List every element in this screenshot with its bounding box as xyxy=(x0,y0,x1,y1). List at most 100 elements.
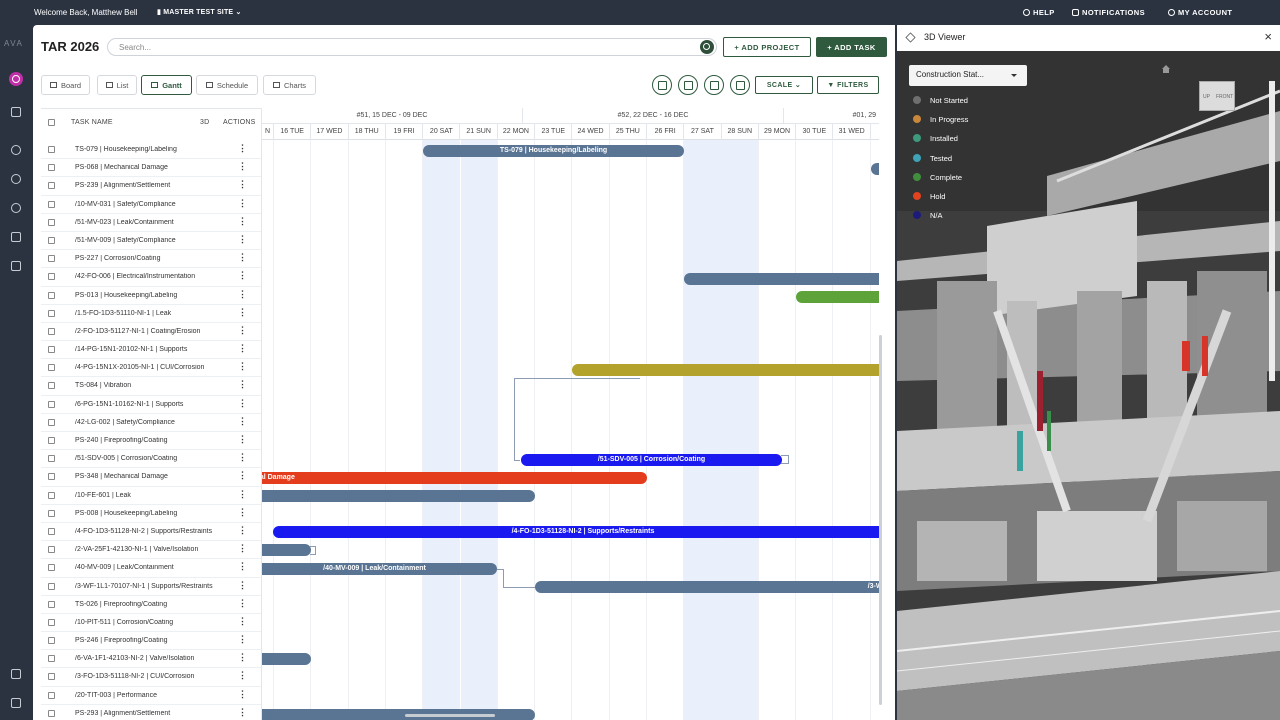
more-icon[interactable]: ⋮ xyxy=(238,689,247,699)
row-checkbox[interactable] xyxy=(48,564,55,572)
more-icon[interactable]: ⋮ xyxy=(238,144,247,153)
table-row[interactable]: PS-246 | Fireproofing/Coating ⋮ xyxy=(41,632,261,651)
more-icon[interactable]: ⋮ xyxy=(238,234,247,244)
scan-icon[interactable] xyxy=(9,105,23,119)
table-row[interactable]: /14-PG-15N1-20102-NI-1 | Supports ⋮ xyxy=(41,341,261,360)
more-icon[interactable]: ⋮ xyxy=(238,471,247,480)
plus-icon[interactable] xyxy=(9,72,23,86)
more-icon[interactable]: ⋮ xyxy=(238,380,247,389)
more-icon[interactable]: ⋮ xyxy=(238,653,247,662)
row-checkbox[interactable] xyxy=(48,236,55,244)
tab-board[interactable]: Board xyxy=(41,75,90,95)
tab-charts[interactable]: Charts xyxy=(263,75,316,95)
more-icon[interactable]: ⋮ xyxy=(238,362,247,371)
row-checkbox[interactable] xyxy=(48,218,55,226)
more-icon[interactable]: ⋮ xyxy=(238,198,247,208)
task-bar[interactable]: /3-WF-1 xyxy=(535,581,879,593)
table-row[interactable]: /51-MV-023 | Leak/Containment ⋮ xyxy=(41,214,261,232)
more-icon[interactable]: ⋮ xyxy=(238,562,247,571)
more-icon[interactable]: ⋮ xyxy=(238,271,247,280)
shield-icon[interactable] xyxy=(9,259,23,273)
row-checkbox[interactable] xyxy=(48,509,55,517)
table-row[interactable]: /10-PIT-511 | Corrosion/Coating ⋮ xyxy=(41,614,261,633)
row-checkbox[interactable] xyxy=(48,546,55,554)
row-checkbox[interactable] xyxy=(48,346,55,354)
table-row[interactable]: TS-084 | Vibration ⋮ xyxy=(41,377,261,396)
more-icon[interactable]: ⋮ xyxy=(238,416,247,426)
layers-icon[interactable] xyxy=(652,75,672,95)
more-icon[interactable]: ⋮ xyxy=(238,616,247,626)
task-bar[interactable] xyxy=(871,163,879,175)
table-row[interactable]: /6-PG-15N1-10162-NI-1 | Supports ⋮ xyxy=(41,396,261,414)
table-row[interactable]: /3-WF-1L1-70107-NI-1 | Supports/Restrain… xyxy=(41,578,261,596)
row-checkbox[interactable] xyxy=(48,418,55,426)
horizontal-scrollbar[interactable] xyxy=(405,714,495,717)
search-icon[interactable] xyxy=(9,143,23,157)
more-icon[interactable]: ⋮ xyxy=(238,435,247,444)
security-icon[interactable] xyxy=(9,696,23,710)
row-checkbox[interactable] xyxy=(48,255,55,263)
eye-icon[interactable] xyxy=(9,172,23,186)
scale-button[interactable]: SCALE ⌄ xyxy=(755,76,813,94)
row-checkbox[interactable] xyxy=(48,437,55,444)
row-checkbox[interactable] xyxy=(48,455,55,463)
row-checkbox[interactable] xyxy=(48,273,55,281)
row-checkbox[interactable] xyxy=(48,673,55,681)
table-row[interactable]: TS-026 | Fireproofing/Coating ⋮ xyxy=(41,596,261,614)
table-row[interactable]: /40-MV-009 | Leak/Containment ⋮ xyxy=(41,559,261,578)
table-row[interactable]: /2-VA-25F1-42130-NI-1 | Valve/Isolation ⋮ xyxy=(41,541,261,560)
more-icon[interactable]: ⋮ xyxy=(238,289,247,299)
tab-gantt[interactable]: Gantt xyxy=(141,75,192,95)
more-icon[interactable]: ⋮ xyxy=(238,544,247,553)
row-checkbox[interactable] xyxy=(48,618,55,626)
site-selector[interactable]: ▮ MASTER TEST SITE ⌄ xyxy=(157,8,242,16)
table-row[interactable]: PS-013 | Housekeeping/Labeling ⋮ xyxy=(41,287,261,305)
help-link[interactable]: HELP xyxy=(1023,8,1055,17)
row-checkbox[interactable] xyxy=(48,600,55,608)
more-icon[interactable]: ⋮ xyxy=(238,580,247,590)
tab-schedule[interactable]: Schedule xyxy=(196,75,258,95)
table-row[interactable]: /4-FO-1D3-51128-NI-2 | Supports/Restrain… xyxy=(41,523,261,542)
task-bar[interactable]: /40-MV-009 | Leak/Containment xyxy=(262,563,497,575)
add-project-button[interactable]: + ADD PROJECT xyxy=(723,37,811,57)
table-row[interactable]: /3-FO-1D3-51118-NI-2 | CUI/Corrosion ⋮ xyxy=(41,668,261,687)
row-checkbox[interactable] xyxy=(48,527,55,535)
more-icon[interactable]: ⋮ xyxy=(238,325,247,335)
clipboard-icon[interactable] xyxy=(9,230,23,244)
table-row[interactable]: /6-VA-1F1-42103-NI-2 | Valve/Isolation ⋮ xyxy=(41,650,261,669)
task-bar[interactable] xyxy=(572,364,879,376)
table-row[interactable]: /1.5-FO-1D3-51110-NI-1 | Leak ⋮ xyxy=(41,305,261,323)
table-row[interactable]: PS-240 | Fireproofing/Coating ⋮ xyxy=(41,432,261,451)
navigation-cube[interactable]: UP FRONT xyxy=(1199,81,1235,111)
table-row[interactable]: /10-FE-601 | Leak ⋮ xyxy=(41,487,261,505)
more-icon[interactable]: ⋮ xyxy=(238,507,247,517)
more-icon[interactable]: ⋮ xyxy=(238,453,247,462)
more-icon[interactable]: ⋮ xyxy=(238,162,247,171)
task-bar[interactable]: /4-FO-1D3-51128-NI-2 | Supports/Restrain… xyxy=(273,526,879,538)
task-bar[interactable]: TS-079 | Housekeeping/Labeling xyxy=(423,145,684,157)
table-row[interactable]: TS-079 | Housekeeping/Labeling ⋮ xyxy=(41,141,261,160)
database-icon[interactable] xyxy=(9,201,23,215)
row-checkbox[interactable] xyxy=(48,655,55,663)
vertical-scrollbar[interactable] xyxy=(879,335,882,705)
table-row[interactable]: PS-008 | Housekeeping/Labeling ⋮ xyxy=(41,505,261,523)
row-checkbox[interactable] xyxy=(48,327,55,335)
row-checkbox[interactable] xyxy=(48,382,55,390)
close-icon[interactable]: × xyxy=(1264,29,1272,44)
table-row[interactable]: /42-LG-002 | Safety/Compliance ⋮ xyxy=(41,414,261,432)
more-icon[interactable]: ⋮ xyxy=(238,307,247,317)
table-row[interactable]: PS-227 | Corrosion/Coating ⋮ xyxy=(41,250,261,269)
more-icon[interactable]: ⋮ xyxy=(238,180,247,189)
task-bar[interactable] xyxy=(262,490,535,502)
monitor-icon[interactable] xyxy=(9,667,23,681)
task-bar[interactable]: /51-SDV-005 | Corrosion/Coating xyxy=(521,454,782,466)
more-icon[interactable]: ⋮ xyxy=(238,398,247,408)
search-input[interactable]: Search... xyxy=(107,38,717,56)
row-checkbox[interactable] xyxy=(48,582,55,590)
more-icon[interactable]: ⋮ xyxy=(238,671,247,680)
task-bar[interactable]: ical Damage xyxy=(262,472,647,484)
search-button-icon[interactable] xyxy=(700,40,714,54)
more-icon[interactable]: ⋮ xyxy=(238,598,247,608)
notifications-link[interactable]: NOTIFICATIONS xyxy=(1072,8,1145,17)
table-row[interactable]: PS-239 | Alignment/Settlement ⋮ xyxy=(41,177,261,196)
